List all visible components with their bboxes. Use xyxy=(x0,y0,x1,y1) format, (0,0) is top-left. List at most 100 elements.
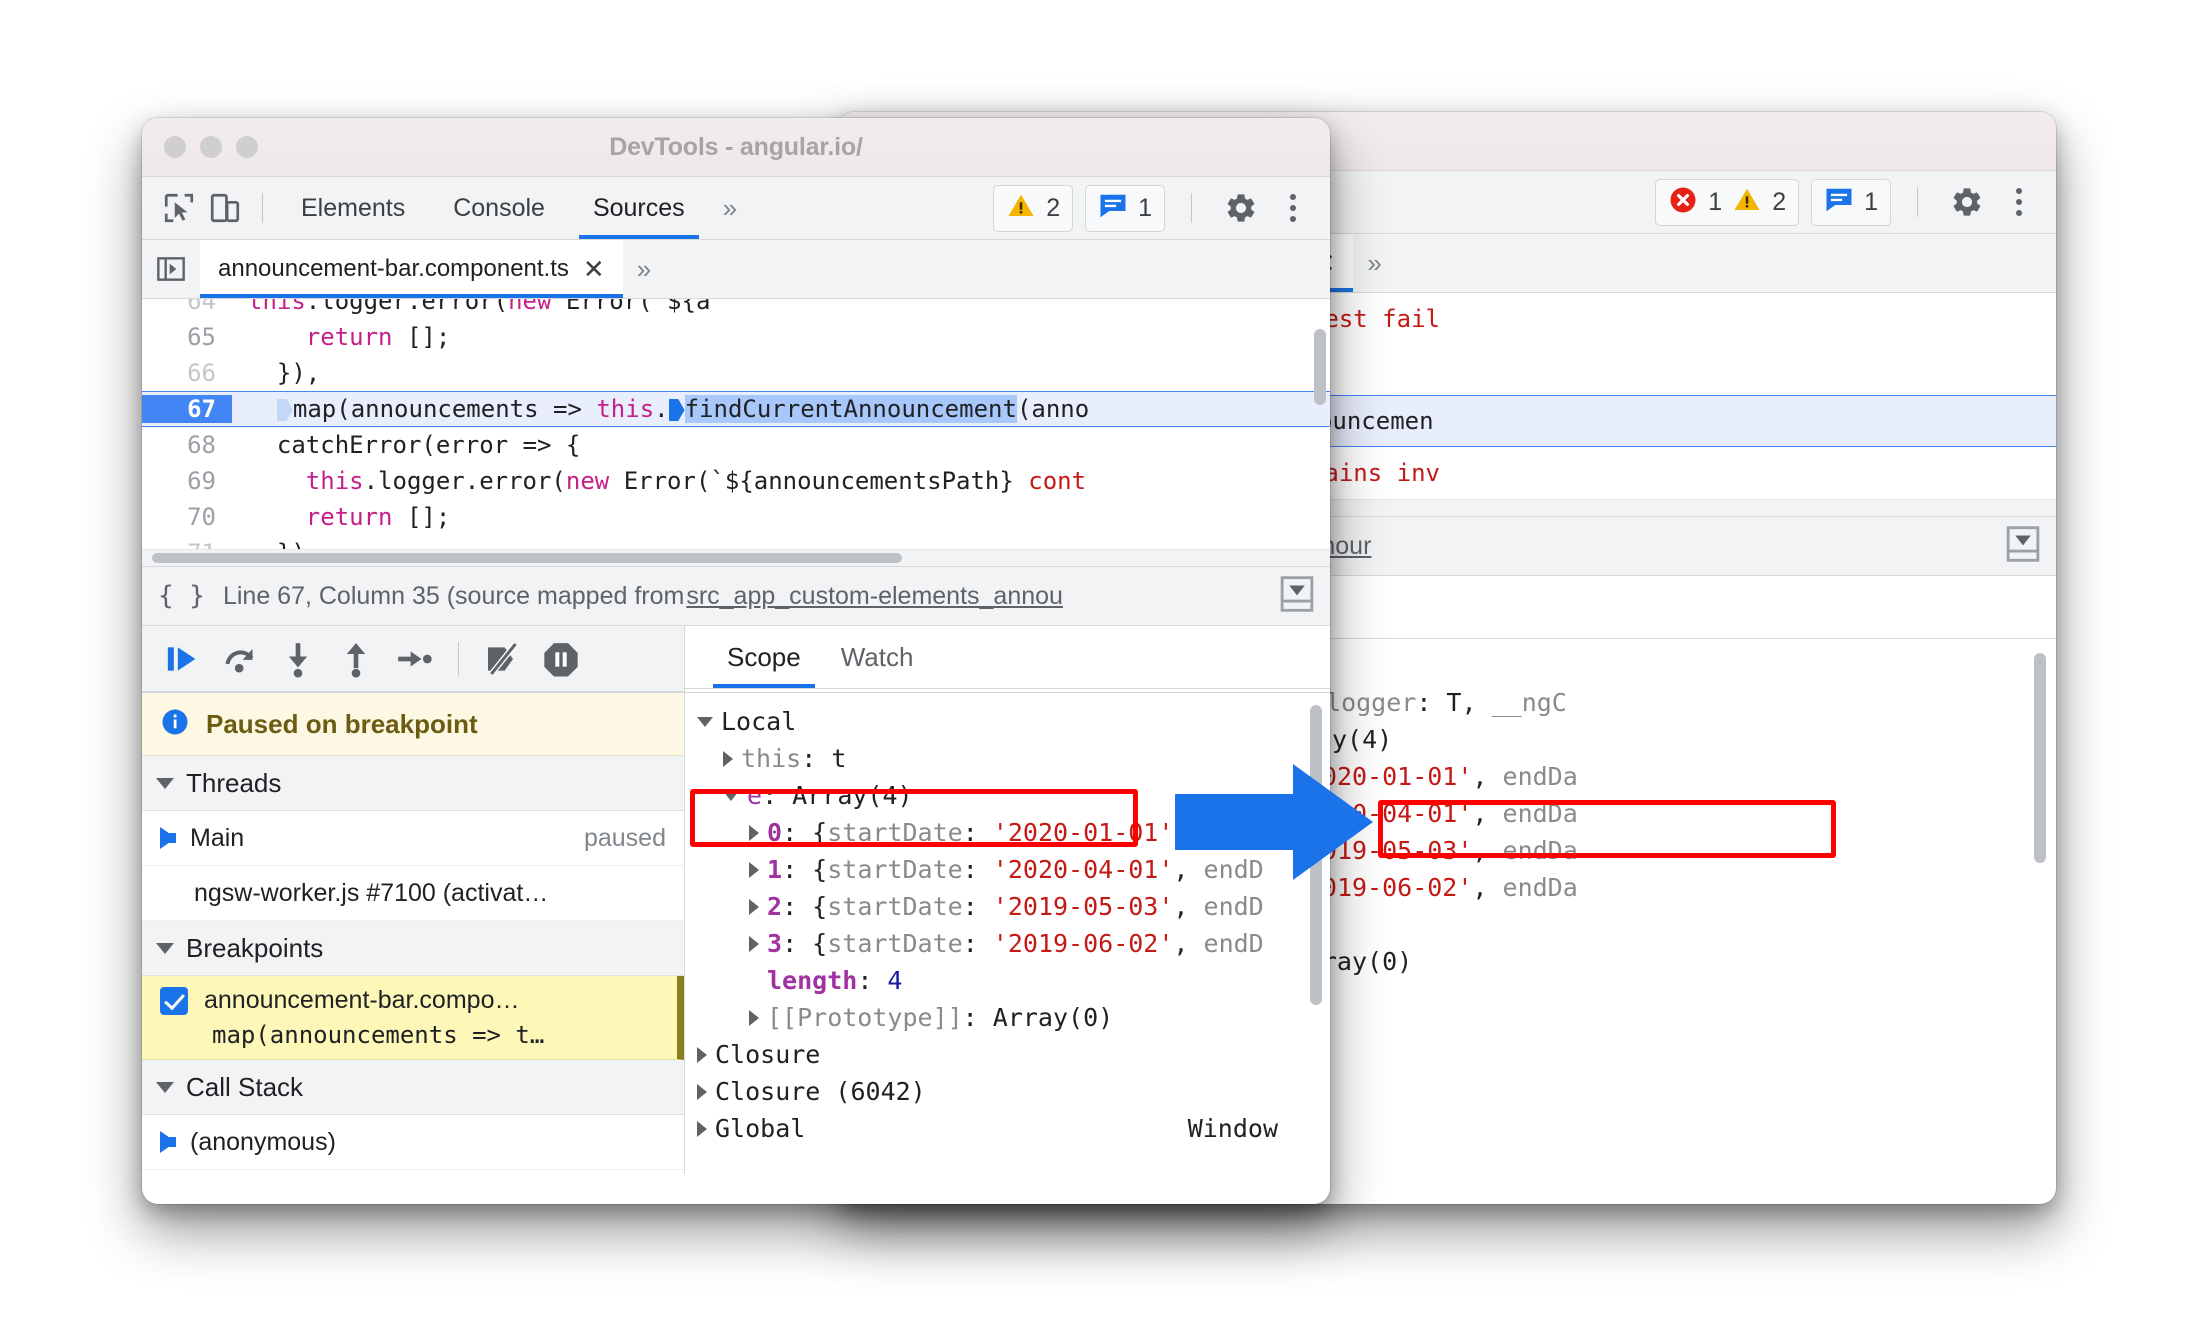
threads-section-header[interactable]: Threads xyxy=(142,756,684,811)
right-toolbar-right: 1 2 1 xyxy=(1655,178,2042,226)
left-code-text-66: }), xyxy=(248,359,321,387)
breakpoint-item[interactable]: announcement-bar.compo… map(announcement… xyxy=(142,976,684,1060)
paused-on-breakpoint-banner: Paused on breakpoint xyxy=(142,693,684,756)
chevron-down-icon xyxy=(156,777,174,789)
left-status-text: Line 67, Column 35 (source mapped from xyxy=(222,581,685,610)
chevron-right-icon[interactable] xyxy=(723,750,733,767)
right-scope-scrollbar[interactable] xyxy=(2034,653,2046,863)
left-source-map-link[interactable]: src_app_custom-elements_annou xyxy=(686,582,1063,611)
inspect-cursor-icon[interactable] xyxy=(156,185,202,231)
left-more-panels-icon[interactable]: » xyxy=(709,193,751,224)
left-tab-watch[interactable]: Watch xyxy=(821,626,934,688)
chevron-down-icon[interactable] xyxy=(723,790,739,801)
chevron-right-icon[interactable] xyxy=(697,1120,707,1137)
left-message-badge[interactable]: 1 xyxy=(1085,184,1165,232)
scope-row[interactable]: 2: {startDate: '2019-05-03', endD xyxy=(685,888,1330,925)
resume-script-icon[interactable] xyxy=(156,633,208,685)
device-toolbar-icon[interactable] xyxy=(202,185,248,231)
expand-dropdown-icon[interactable] xyxy=(1280,575,1314,618)
right-toolbar-divider xyxy=(1917,187,1918,217)
scope-row-text: : xyxy=(962,892,993,921)
right-warning-count: 2 xyxy=(1772,187,1787,216)
left-more-options-button[interactable] xyxy=(1276,194,1310,222)
left-devtools-toolbar: Elements Console Sources » 2 1 xyxy=(142,177,1330,240)
chevron-right-icon[interactable] xyxy=(697,1046,707,1063)
thread-main-label: Main xyxy=(190,823,245,852)
left-file-tab-announcement-bar[interactable]: announcement-bar.component.ts ✕ xyxy=(200,240,623,298)
scope-row[interactable]: [[Prototype]]: Array(0) xyxy=(685,999,1330,1036)
breakpoints-section-label: Breakpoints xyxy=(186,932,324,963)
step-icon[interactable] xyxy=(388,633,440,685)
scope-row-text: , xyxy=(1173,892,1204,921)
scope-row[interactable]: Global Window xyxy=(685,1110,1330,1147)
scope-row-text: : Array(0) xyxy=(962,1003,1114,1032)
left-debugger-sidebar: Paused on breakpoint Threads Main paused… xyxy=(142,692,684,1174)
call-stack-row[interactable]: (anonymous) xyxy=(142,1115,684,1170)
breakpoints-section-header[interactable]: Breakpoints xyxy=(142,921,684,976)
scope-row[interactable]: Local xyxy=(685,703,1330,740)
format-braces-icon[interactable]: { } xyxy=(158,581,205,611)
left-code-line-71: 71 }) xyxy=(142,535,1330,549)
chevron-right-icon[interactable] xyxy=(749,898,759,915)
scope-row-text: this xyxy=(741,744,802,773)
left-file-tab-label: announcement-bar.component.ts xyxy=(218,255,569,282)
thread-row-main[interactable]: Main paused xyxy=(142,811,684,866)
show-navigator-icon[interactable] xyxy=(142,253,200,285)
left-editor-hscrollbar[interactable] xyxy=(142,549,1330,566)
scope-row-text: : { xyxy=(782,818,828,847)
right-message-badge[interactable]: 1 xyxy=(1811,178,1891,226)
right-more-files-icon[interactable]: » xyxy=(1353,248,1395,279)
left-file-tabs: announcement-bar.component.ts ✕ » xyxy=(142,240,1330,299)
left-code-editor[interactable]: 64 this.logger.error(new Error(`${a 65 r… xyxy=(142,299,1330,549)
chevron-right-icon[interactable] xyxy=(697,1083,707,1100)
chevron-right-icon[interactable] xyxy=(749,861,759,878)
left-code-line-64: 64 this.logger.error(new Error(`${a xyxy=(142,299,1330,319)
scope-row-text: : Array(4) xyxy=(762,781,913,810)
left-settings-button[interactable] xyxy=(1218,185,1264,231)
scope-row-text: endD xyxy=(1203,929,1264,958)
scope-row-text: Closure xyxy=(715,1040,821,1069)
left-warning-count: 2 xyxy=(1046,193,1061,222)
left-editor-vscrollbar[interactable] xyxy=(1314,329,1326,405)
left-tab-elements[interactable]: Elements xyxy=(277,177,429,239)
chevron-down-icon[interactable] xyxy=(697,716,713,727)
chevron-right-icon[interactable] xyxy=(749,935,759,952)
left-code-text-70: return []; xyxy=(305,503,451,531)
step-into-icon[interactable] xyxy=(272,633,324,685)
left-more-files-icon[interactable]: » xyxy=(623,254,665,285)
right-settings-button[interactable] xyxy=(1944,179,1990,225)
call-stack-section-label: Call Stack xyxy=(186,1071,304,1102)
left-tab-console[interactable]: Console xyxy=(429,177,569,239)
right-issue-badges[interactable]: 1 2 xyxy=(1655,178,1800,226)
blue-transition-arrow-icon xyxy=(1175,764,1373,880)
scope-row[interactable]: Closure (6042) xyxy=(685,1073,1330,1110)
right-more-options-button[interactable] xyxy=(2002,188,2036,216)
info-icon xyxy=(160,707,190,742)
step-out-icon[interactable] xyxy=(330,633,382,685)
scope-row[interactable]: 3: {startDate: '2019-06-02', endD xyxy=(685,925,1330,962)
left-toolbar-divider-2 xyxy=(1191,193,1192,223)
chevron-right-icon[interactable] xyxy=(749,824,759,841)
scope-row-text: logger xyxy=(1326,688,1417,717)
scope-row[interactable]: length: 4 xyxy=(685,962,1330,999)
scope-row[interactable]: Closure xyxy=(685,1036,1330,1073)
thread-row-worker[interactable]: ngsw-worker.js #7100 (activat… xyxy=(142,866,684,921)
left-debug-row: Scope Watch xyxy=(142,626,1330,692)
call-stack-section-header[interactable]: Call Stack xyxy=(142,1060,684,1115)
chevron-right-icon[interactable] xyxy=(749,1009,759,1026)
expand-dropdown-icon[interactable] xyxy=(2006,525,2040,568)
left-source-map-status: { } Line 67, Column 35 (source mapped fr… xyxy=(142,566,1330,626)
thread-main-status: paused xyxy=(583,823,666,852)
scope-row-text: startDate xyxy=(827,892,963,921)
left-line-number-67: 67 xyxy=(142,395,232,423)
pause-on-exceptions-icon[interactable] xyxy=(535,633,587,685)
left-tab-sources[interactable]: Sources xyxy=(569,177,709,239)
left-tab-scope[interactable]: Scope xyxy=(707,626,821,688)
close-icon[interactable]: ✕ xyxy=(583,254,605,285)
deactivate-breakpoints-icon[interactable] xyxy=(477,633,529,685)
left-warning-badge[interactable]: 2 xyxy=(993,184,1074,232)
step-over-icon[interactable] xyxy=(214,633,266,685)
left-panel-tabs: Elements Console Sources xyxy=(277,177,709,239)
breakpoint-checkbox[interactable] xyxy=(160,986,188,1015)
scope-row-value: Window xyxy=(1187,1114,1278,1143)
